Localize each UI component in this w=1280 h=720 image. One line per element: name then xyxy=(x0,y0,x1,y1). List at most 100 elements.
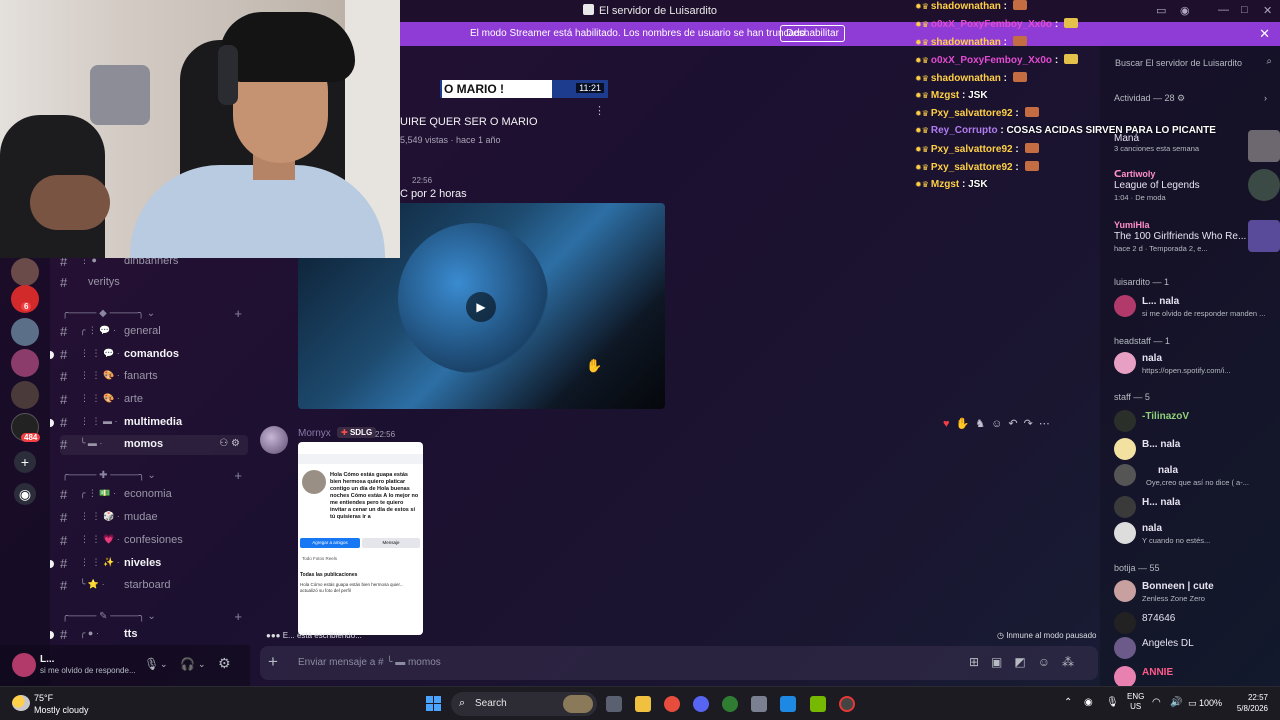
member-row[interactable]: nala Oye,creo que así no dice ( a-... xyxy=(1114,464,1280,498)
message-composer[interactable]: + Enviar mensaje a # ╰ ▬ momos ⊞▣◩☺⁂ xyxy=(260,646,1098,680)
more-icon[interactable]: ⋯ xyxy=(1039,418,1050,430)
more-options-icon[interactable]: ⋮ xyxy=(594,104,605,117)
channel-item[interactable]: # ⋮ ⋮ ✨ · niveles xyxy=(50,554,248,574)
add-channel-icon[interactable]: + xyxy=(234,609,242,624)
apps-icon[interactable]: ⁂ xyxy=(1062,655,1086,669)
clock-time: 22:57 xyxy=(1247,693,1268,702)
overlay-separator: : xyxy=(1012,108,1022,120)
youtube-thumbnail[interactable]: O MARIO ! 11:21 xyxy=(440,80,608,98)
play-icon[interactable]: ▶ xyxy=(466,292,496,322)
sticker-icon[interactable]: ◩ xyxy=(1014,655,1037,669)
chevron-up-icon[interactable]: ⌃ xyxy=(1064,697,1072,708)
settings-app-icon[interactable] xyxy=(751,696,767,712)
clock[interactable]: 22:57 5/8/2026 xyxy=(1230,692,1268,714)
server-icon[interactable] xyxy=(11,349,39,377)
disable-button[interactable]: Deshabilitar xyxy=(780,25,845,42)
start-icon[interactable] xyxy=(426,696,441,711)
weather-condition[interactable]: Mostly cloudy xyxy=(34,705,89,715)
server-icon[interactable] xyxy=(11,258,39,286)
channel-item-active[interactable]: # ╰ ▬ · momos ⚇ ⚙ xyxy=(60,435,248,455)
channel-item[interactable]: # ╭ ⋮ 💵 · economia xyxy=(60,485,248,505)
message-author[interactable]: Mornyx xyxy=(298,428,331,439)
settings-icon[interactable]: ⚙ xyxy=(231,438,240,449)
weather-temp[interactable]: 75°F xyxy=(34,693,53,703)
heart-reaction-icon[interactable]: ♥ xyxy=(943,418,950,430)
composer-placeholder[interactable]: Enviar mensaje a # ╰ ▬ momos xyxy=(298,657,441,668)
channel-item[interactable]: # ⋮ ⋮ 💗 · confesiones xyxy=(60,531,248,551)
youtube-title[interactable]: UIRE QUER SER O MARIO xyxy=(400,116,538,128)
forward-icon[interactable]: ↷ xyxy=(1024,418,1033,430)
battery-level: 100% xyxy=(1199,698,1223,708)
task-view-icon[interactable] xyxy=(606,696,622,712)
network-app-icon[interactable]: ◉ xyxy=(1084,697,1093,708)
message-button-image: Mensaje xyxy=(362,538,420,548)
wifi-icon[interactable]: ◠ xyxy=(1152,697,1161,708)
member-row[interactable]: nala Y cuando no estés... xyxy=(1114,522,1280,556)
channel-item[interactable]: # ⋮ ⋮ 🎨 · fanarts xyxy=(60,367,248,387)
language-indicator[interactable]: ENG US xyxy=(1127,692,1144,712)
microphone-icon[interactable]: 🎙 xyxy=(144,657,159,671)
battery-indicator[interactable]: ▭ 100% xyxy=(1188,698,1222,709)
chevron-down-icon[interactable]: ⌄ xyxy=(198,659,206,670)
xbox-icon[interactable] xyxy=(722,696,738,712)
headphones-icon[interactable]: 🎧 xyxy=(180,657,195,671)
channel-item[interactable]: # ╰ ⭐ · starboard xyxy=(60,576,248,596)
minimize-icon[interactable]: — xyxy=(1218,4,1229,16)
channel-item[interactable]: # ⋮ ⋮ 💬 · comandos xyxy=(50,345,248,365)
channel-item[interactable]: # ⋮ ⋮ 🎨 · arte xyxy=(60,390,248,410)
headset xyxy=(218,45,238,105)
close-icon[interactable]: ✕ xyxy=(1263,4,1272,17)
reply-icon[interactable]: ↶ xyxy=(1008,418,1017,430)
add-server-icon[interactable]: + xyxy=(14,451,36,473)
discord-icon[interactable] xyxy=(693,696,709,712)
user-avatar[interactable] xyxy=(12,653,36,677)
member-name: B... nala xyxy=(1142,439,1181,450)
app-icon[interactable] xyxy=(780,696,796,712)
goat-reaction-icon[interactable]: ♞ xyxy=(975,418,985,430)
taskbar-search[interactable]: ⌕ Search xyxy=(451,692,597,716)
chevron-down-icon[interactable]: ⌄ xyxy=(160,659,168,670)
avatar[interactable] xyxy=(260,426,288,454)
gif-icon[interactable]: ▣ xyxy=(991,655,1014,669)
channel-item[interactable]: # ╭ ● · tts xyxy=(50,625,248,645)
member-row[interactable]: nala https://open.spotify.com/i... xyxy=(1114,352,1280,386)
overlay-chat-line: ✹♛ shadownathan : xyxy=(915,0,1027,12)
channel-item[interactable]: # veritys xyxy=(60,273,248,293)
add-channel-icon[interactable]: + xyxy=(234,468,242,483)
fire-reaction-icon[interactable]: ✋ xyxy=(956,418,970,430)
hash-icon: # xyxy=(60,415,68,430)
member-row[interactable]: Bonneen | cute Zenless Zone Zero xyxy=(1114,580,1280,614)
channel-item[interactable]: # ⋮ ⋮ ▬ · multimedia xyxy=(50,413,248,433)
image-attachment[interactable]: Hola Cómo estás guapa estás bien hermosa… xyxy=(298,442,423,635)
add-reaction-icon[interactable]: ☺ xyxy=(991,418,1002,430)
mic-tray-icon[interactable]: 🎙 xyxy=(1106,697,1119,708)
close-banner-icon[interactable]: ✕ xyxy=(1259,26,1270,42)
add-attachment-icon[interactable]: + xyxy=(268,652,278,672)
user-settings-icon[interactable]: ⚙ xyxy=(218,655,231,672)
gift-icon[interactable]: ⊞ xyxy=(969,655,991,669)
category-header[interactable]: ╭──── ✚ ────╮ ⌄ + xyxy=(62,468,242,486)
add-channel-icon[interactable]: + xyxy=(234,306,242,321)
invite-icon[interactable]: ⚇ xyxy=(219,438,228,449)
discover-icon[interactable]: ◉ xyxy=(14,483,36,505)
typing-text: E... está escribiendo... xyxy=(282,631,362,640)
channel-label: momos xyxy=(124,438,164,450)
member-row[interactable]: ANNIE xyxy=(1114,666,1280,688)
channel-item[interactable]: # ╭ ⋮ 💬 · general xyxy=(60,322,248,342)
channel-item[interactable]: # ⋮ ⋮ 🎲 · mudae xyxy=(60,508,248,528)
emoji-icon[interactable]: ☺ xyxy=(1038,655,1062,669)
username[interactable]: L... xyxy=(40,654,54,665)
chrome-icon[interactable] xyxy=(664,696,680,712)
activity-card[interactable]: YumiHla The 100 Girlfriends Who Re... ha… xyxy=(1114,220,1280,256)
maximize-icon[interactable]: □ xyxy=(1241,4,1248,16)
server-icon[interactable] xyxy=(11,381,39,409)
file-explorer-icon[interactable] xyxy=(635,696,651,712)
channel-label: fanarts xyxy=(124,370,158,382)
nvidia-icon[interactable] xyxy=(810,696,826,712)
member-row[interactable]: L... nala si me olvido de responder mand… xyxy=(1114,295,1280,329)
server-icon[interactable] xyxy=(11,318,39,346)
weather-icon[interactable] xyxy=(12,695,30,711)
obs-icon[interactable] xyxy=(839,696,855,712)
volume-icon[interactable]: 🔊 xyxy=(1170,697,1182,708)
member-name: 874646 xyxy=(1142,613,1176,624)
